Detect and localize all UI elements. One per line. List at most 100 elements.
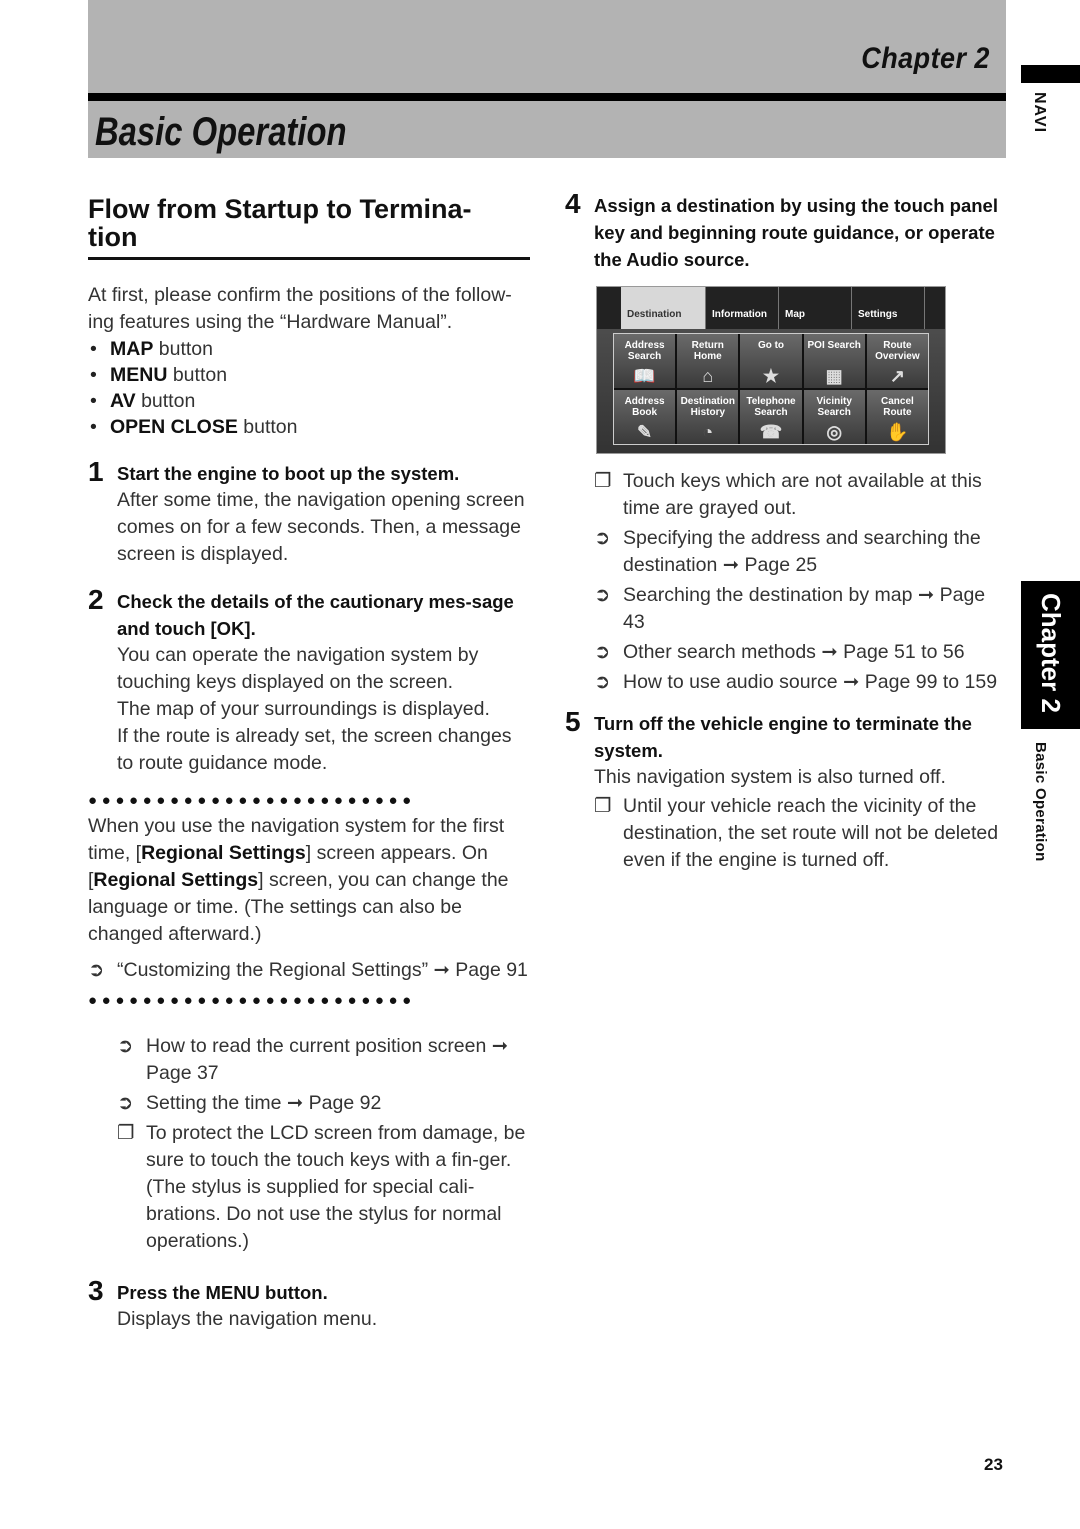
vicinity-search-key[interactable]: Vicinity Search ◎ (803, 390, 865, 444)
reference-arrow-icon: ➲ (594, 641, 611, 663)
hardware-button-list: MAP button MENU button AV button OPEN CL… (88, 336, 530, 440)
tab-settings[interactable]: Settings (852, 287, 925, 329)
page-number: 23 (984, 1455, 1003, 1474)
side-chapter-label: Chapter 2 (1036, 593, 1066, 713)
step-3: 3 Press the MENU button. Displays the na… (88, 1275, 530, 1333)
step-number: 5 (565, 706, 581, 737)
address-search-key[interactable]: Address Search 📖 (614, 334, 676, 388)
route-arrow-icon: ↗ (889, 366, 905, 386)
route-overview-key[interactable]: Route Overview ↗ (866, 334, 928, 388)
pen-icon: ✎ (637, 422, 653, 442)
step-heading: Start the engine to boot up the system. (117, 463, 460, 484)
note-divider-top: ●●●●●●●●●●●●●●●●●●●●●●●● (88, 792, 416, 809)
step-number: 4 (565, 188, 581, 219)
side-tab-marker (1021, 65, 1080, 83)
note-item: ❐ Touch keys which are not available at … (594, 468, 1010, 522)
reference-arrow-icon: ➲ (117, 1092, 134, 1114)
cross-reference: ➲ Searching the destination by map ➞ Pag… (594, 582, 1010, 636)
tab-information[interactable]: Information (706, 287, 779, 329)
step-body: If the route is already set, the screen … (117, 725, 512, 774)
note-item: ❐ To protect the LCD screen from damage,… (117, 1120, 530, 1255)
section-heading-line1: Flow from Startup to Termina- (88, 194, 472, 224)
reference-link[interactable]: “Customizing the Regional Settings” ➞ Pa… (117, 959, 528, 981)
step-heading: Press the MENU button. (117, 1282, 328, 1303)
step-body: The map of your surroundings is displaye… (117, 698, 490, 720)
home-icon: ⌂ (702, 366, 714, 386)
navigation-menu-screenshot: Destination Information Map Settings Add… (596, 286, 946, 454)
star-icon: ★ (762, 366, 780, 386)
telephone-icon: ☎ (759, 422, 783, 442)
step-number: 3 (88, 1275, 104, 1306)
reference-list: ➲ How to read the current position scree… (88, 1033, 530, 1255)
intro-text: At first, please confirm the positions o… (88, 284, 512, 333)
cancel-route-key[interactable]: Cancel Route ✋ (866, 390, 928, 444)
reference-list: ❐ Touch keys which are not available at … (565, 468, 1010, 696)
reference-link[interactable]: How to read the current position screen … (146, 1035, 508, 1084)
history-icon: ◔ (702, 422, 714, 442)
list-item: AV button (88, 388, 530, 414)
cross-reference: ➲ Other search methods ➞ Page 51 to 56 (594, 639, 1010, 666)
reference-arrow-icon: ➲ (594, 584, 611, 606)
note-box-icon: ❐ (117, 1122, 135, 1144)
section-heading: Flow from Startup to Termina- tion (88, 195, 530, 260)
list-item: OPEN CLOSE button (88, 414, 530, 440)
note-divider-bottom: ●●●●●●●●●●●●●●●●●●●●●●●● (88, 992, 416, 1009)
step-heading: Assign a destination by using the touch … (594, 195, 998, 270)
return-home-key[interactable]: Return Home ⌂ (677, 334, 739, 388)
poi-search-key[interactable]: POI Search ▦ (803, 334, 865, 388)
list-item: MAP button (88, 336, 530, 362)
cross-reference: ➲ Specifying the address and searching t… (594, 525, 1010, 579)
cross-reference: ➲ How to use audio source ➞ Page 99 to 1… (594, 669, 1010, 696)
side-navi-label: NAVI (1031, 92, 1048, 134)
reference-link[interactable]: How to use audio source ➞ Page 99 to 159 (623, 671, 997, 693)
note-box-icon: ❐ (594, 795, 612, 817)
note-text: Touch keys which are not available at th… (623, 470, 982, 519)
reference-arrow-icon: ➲ (594, 527, 611, 549)
step-heading: Check the details of the cautionary mes-… (117, 591, 514, 639)
tab-map[interactable]: Map (779, 287, 852, 329)
address-book-key[interactable]: Address Book ✎ (614, 390, 676, 444)
reference-arrow-icon: ➲ (594, 671, 611, 693)
step-body: Displays the navigation menu. (117, 1308, 378, 1330)
step-body: This navigation system is also turned of… (594, 766, 946, 788)
list-item: MENU button (88, 362, 530, 388)
step-5: 5 Turn off the vehicle engine to termina… (565, 706, 1010, 874)
step-heading: Turn off the vehicle engine to terminate… (594, 713, 972, 761)
poi-icon: ▦ (825, 366, 843, 386)
reference-link[interactable]: Searching the destination by map ➞ Page … (623, 584, 985, 633)
header-rule (88, 93, 1006, 101)
note-text: When you use the navigation system for t… (88, 815, 509, 945)
menu-key-grid: Address Search 📖 Return Home ⌂ Go to ★ POI … (613, 333, 929, 445)
reference-link[interactable]: Specifying the address and searching the… (623, 527, 981, 576)
cross-reference: ➲ “Customizing the Regional Settings” ➞ … (88, 960, 530, 981)
step-2: 2 Check the details of the cautionary me… (88, 584, 530, 777)
go-to-key[interactable]: Go to ★ (740, 334, 802, 388)
side-chapter-tab: Chapter 2 (1021, 581, 1080, 729)
note-item: ❐ Until your vehicle reach the vicinity … (594, 793, 1010, 874)
side-section-label: Basic Operation (1032, 742, 1049, 862)
step-number: 1 (88, 456, 104, 487)
binoculars-icon: ◎ (826, 422, 843, 442)
reference-arrow-icon: ➲ (117, 1035, 134, 1057)
right-column: 4 Assign a destination by using the touc… (565, 188, 1010, 874)
left-column: Flow from Startup to Termina- tion At fi… (88, 195, 530, 1333)
menu-tab-bar: Destination Information Map Settings (597, 287, 945, 329)
reference-link[interactable]: Other search methods ➞ Page 51 to 56 (623, 641, 965, 663)
destination-history-key[interactable]: Destination History ◔ (677, 390, 739, 444)
step-4: 4 Assign a destination by using the touc… (565, 188, 1010, 273)
cross-reference: ➲ Setting the time ➞ Page 92 (117, 1090, 530, 1117)
note-text: Until your vehicle reach the vicinity of… (623, 795, 999, 871)
page-title: Basic Operation (95, 110, 347, 154)
telephone-search-key[interactable]: Telephone Search ☎ (740, 390, 802, 444)
hand-icon: ✋ (886, 422, 909, 442)
note-box-icon: ❐ (594, 470, 612, 492)
reference-link[interactable]: Setting the time ➞ Page 92 (146, 1092, 381, 1114)
reference-arrow-icon: ➲ (88, 959, 105, 981)
step-number: 2 (88, 584, 104, 615)
book-icon: 📖 (633, 366, 656, 386)
step-body: After some time, the navigation opening … (117, 489, 525, 565)
step-body: You can operate the navigation system by… (117, 644, 479, 693)
tab-destination[interactable]: Destination (621, 287, 706, 329)
step-1: 1 Start the engine to boot up the system… (88, 456, 530, 568)
cross-reference: ➲ How to read the current position scree… (117, 1033, 530, 1087)
